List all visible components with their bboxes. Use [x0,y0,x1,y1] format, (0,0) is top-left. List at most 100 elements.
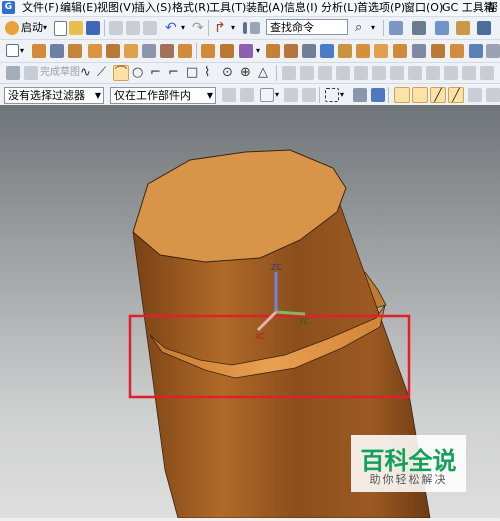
selection-scope-dropdown[interactable]: 仅在工作部件内 ▼ [110,87,216,104]
rib-icon[interactable] [178,44,192,58]
undo-icon[interactable]: ↶ [165,21,179,35]
menu-information[interactable]: 信息(I) [284,1,318,15]
replace-face-icon[interactable] [486,44,500,58]
snap-dropdown-icon[interactable]: ▾ [275,87,279,103]
menu-assembly[interactable]: 装配(A) [246,1,284,15]
groove-icon[interactable] [160,44,174,58]
orient-view-icon[interactable] [435,21,449,35]
intersect-icon[interactable] [356,44,370,58]
snap-endpoint-icon[interactable] [394,87,410,103]
open-folder-icon[interactable] [69,21,83,35]
scale-body-icon[interactable] [450,44,464,58]
select-intent-icon[interactable] [284,88,298,102]
start-button[interactable]: 启动 [21,20,43,36]
rectangle-select-icon[interactable] [325,88,339,102]
draft-icon[interactable] [266,44,280,58]
select-dropdown-icon[interactable]: ▾ [340,87,344,103]
split-body-icon[interactable] [302,44,316,58]
render-style-icon[interactable] [412,21,426,35]
paste-icon[interactable] [143,21,157,35]
command-dropdown-icon[interactable]: ▾ [231,20,235,36]
curve-rule-icon[interactable] [302,88,316,102]
rectangle-icon[interactable]: □ [186,66,200,80]
dimension-icon[interactable] [390,66,404,80]
fillet-icon[interactable]: ⌐ [150,66,164,80]
snap-line-icon[interactable]: ╱ [430,87,446,103]
redo-icon[interactable]: ↷ [192,21,206,35]
revolve-icon[interactable] [50,44,64,58]
sketch-icon[interactable] [6,44,19,57]
point-snap-icon[interactable] [260,88,274,102]
convert-reference-icon[interactable] [462,66,476,80]
menu-analysis[interactable]: 分析(L) [321,1,358,15]
undo-dropdown-icon[interactable]: ▾ [181,20,185,36]
menu-tools[interactable]: 工具(T) [209,1,246,15]
edge-blend-icon[interactable] [201,44,215,58]
search-dropdown-icon[interactable]: ▾ [371,20,375,36]
trim-body-icon[interactable] [284,44,298,58]
start-dropdown-icon[interactable]: ▾ [43,20,47,36]
snap-curve-icon[interactable]: ╱ [448,87,464,103]
app-logo-icon[interactable]: G [2,1,15,14]
extrude-icon[interactable] [32,44,46,58]
shaded-view-icon[interactable] [456,21,470,35]
pocket-icon[interactable] [106,44,120,58]
alternate-solution-icon[interactable] [480,66,494,80]
mirror-icon[interactable] [393,44,407,58]
unite-icon[interactable] [320,44,334,58]
save-icon[interactable] [86,21,100,35]
snap-midpoint-icon[interactable] [412,87,428,103]
general-selection-icon[interactable] [222,88,236,102]
command-search-input[interactable]: 查找命令 [266,19,348,35]
sketch-task-icon[interactable] [6,66,20,80]
auto-constrain-icon[interactable] [426,66,440,80]
menu-edit[interactable]: 编辑(E) [60,1,98,15]
search-icon[interactable]: ⌕ [355,21,369,35]
menu-preferences[interactable]: 首选项(P) [357,1,405,15]
quick-trim-icon[interactable] [282,66,296,80]
offset-face-icon[interactable] [412,44,426,58]
constraint-icon[interactable] [408,66,422,80]
slot-icon[interactable] [142,44,156,58]
feature-selection-icon[interactable] [240,88,254,102]
mirror-curve-icon[interactable] [336,66,350,80]
thicken-icon[interactable] [431,44,445,58]
circle-icon[interactable]: ○ [132,66,146,80]
sketch-dropdown-icon[interactable]: ▾ [20,43,24,59]
pattern-curve-icon[interactable] [354,66,368,80]
menu-view[interactable]: 视图(V) [97,1,135,15]
boss-icon[interactable] [88,44,102,58]
finish-sketch-icon[interactable] [24,66,38,80]
quick-extend-icon[interactable] [300,66,314,80]
view-triad-icon[interactable] [477,21,491,35]
window-select-icon[interactable] [243,22,247,34]
menu-format[interactable]: 格式(R) [172,1,210,15]
move-face-icon[interactable] [469,44,483,58]
pad-icon[interactable] [124,44,138,58]
command-finder-icon[interactable]: ↱ [214,21,228,35]
start-icon[interactable] [5,21,19,35]
menu-insert[interactable]: 插入(S) [134,1,172,15]
arc-icon[interactable]: ⌒ [113,65,129,81]
line-icon[interactable]: ⟋ [97,66,111,80]
window-icon[interactable] [250,22,260,34]
chamfer-icon[interactable] [220,44,234,58]
finish-sketch-button[interactable]: 完成草图 [40,65,80,81]
polygon-icon[interactable]: ⌇ [204,66,218,80]
menu-file[interactable]: 文件(F) [22,1,59,15]
pattern-icon[interactable] [374,44,388,58]
offset-curve-icon[interactable]: △ [258,66,272,80]
shell-icon[interactable] [239,44,253,58]
subtract-icon[interactable] [338,44,352,58]
shell-dropdown-icon[interactable]: ▾ [256,43,260,59]
table-icon[interactable] [389,21,403,35]
chamfer-sketch-icon[interactable]: ⌐ [168,66,182,80]
cut-icon[interactable] [109,21,123,35]
ellipse-icon[interactable]: ⊕ [240,66,254,80]
show-constraints-icon[interactable] [444,66,458,80]
menu-help[interactable]: 帮 [487,1,498,15]
point-icon[interactable]: ⊙ [222,66,236,80]
selection-filter-dropdown[interactable]: 没有选择过滤器 ▼ [4,87,104,104]
derived-lines-icon[interactable] [372,66,386,80]
new-file-icon[interactable] [54,21,67,36]
